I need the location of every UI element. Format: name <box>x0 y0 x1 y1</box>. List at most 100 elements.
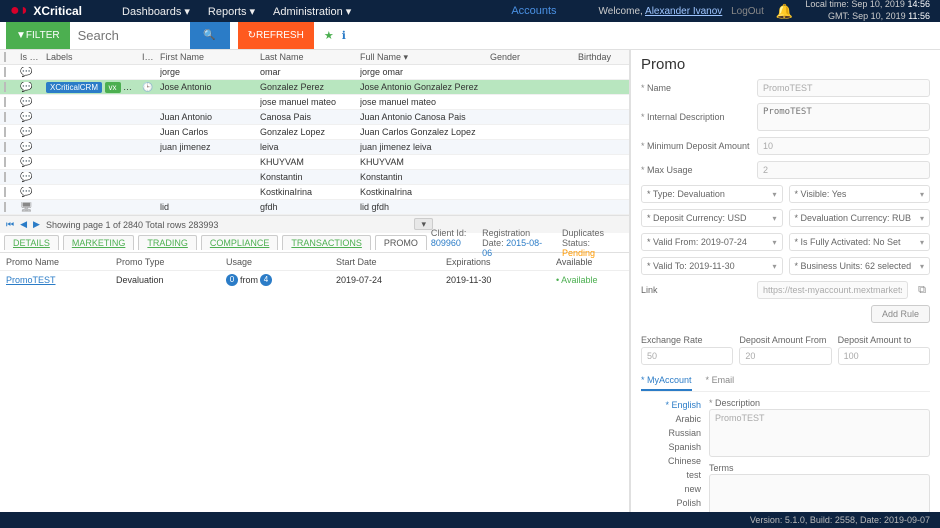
nav-administration[interactable]: Administration ▾ <box>273 5 351 18</box>
lang-item[interactable]: new <box>641 482 701 496</box>
exchange-rate-input[interactable] <box>641 347 733 365</box>
promo-row[interactable]: PromoTEST Devaluation 0 from 4 2019-07-2… <box>0 271 629 289</box>
dep-from-input[interactable] <box>739 347 831 365</box>
speech-icon[interactable]: 💬 <box>20 187 46 198</box>
subtab-email[interactable]: * Email <box>706 371 735 391</box>
pcol-avail[interactable]: Available <box>556 257 630 267</box>
max-input[interactable] <box>757 161 930 179</box>
col-online[interactable]: Is Online <box>20 52 46 62</box>
checkbox[interactable] <box>4 202 6 212</box>
pcol-exp[interactable]: Expirations <box>446 257 556 267</box>
pcol-type[interactable]: Promo Type <box>116 257 226 267</box>
tab-trading[interactable]: TRADING <box>138 235 197 250</box>
table-row[interactable]: 💬Juan AntonioCanosa PaisJuan Antonio Can… <box>0 110 629 125</box>
dep-to-input[interactable] <box>838 347 930 365</box>
pcol-usage[interactable]: Usage <box>226 257 336 267</box>
terms-box[interactable] <box>709 474 930 512</box>
promo-name-link[interactable]: PromoTEST <box>6 275 116 285</box>
pager-prev-icon[interactable]: ◀ <box>20 219 27 230</box>
type-select[interactable]: * Type: Devaluation▾ <box>641 185 783 203</box>
speech-icon[interactable]: 💬 <box>20 142 46 153</box>
valid-from-select[interactable]: * Valid From: 2019-07-24▾ <box>641 233 783 251</box>
user-link[interactable]: Alexander Ivanov <box>645 6 722 17</box>
logout-link[interactable]: LogOut <box>731 6 764 17</box>
bell-icon[interactable]: 🔔 <box>776 3 793 20</box>
star-icon[interactable]: ★ <box>324 29 334 42</box>
checkbox[interactable] <box>4 52 6 62</box>
table-row[interactable]: 💬Juan CarlosGonzalez LopezJuan Carlos Go… <box>0 125 629 140</box>
table-row[interactable]: 💬KHUYVAMKHUYVAM <box>0 155 629 170</box>
deposit-currency-select[interactable]: * Deposit Currency: USD▾ <box>641 209 783 227</box>
lang-item[interactable]: Arabic <box>641 412 701 426</box>
checkbox[interactable] <box>4 127 6 137</box>
description2-box[interactable]: PromoTEST <box>709 409 930 457</box>
filter-button[interactable]: ▼ FILTER <box>6 22 70 49</box>
table-row[interactable]: 💬XCriticalCRM vx Potential🕒Jose AntonioG… <box>0 80 629 95</box>
pcol-name[interactable]: Promo Name <box>6 257 116 267</box>
lang-item[interactable]: Russian <box>641 426 701 440</box>
table-row[interactable]: 🖥lidgfdhlid gfdh <box>0 200 629 215</box>
checkbox[interactable] <box>4 157 6 167</box>
table-row[interactable]: 💬juan jimenezleivajuan jimenez leiva <box>0 140 629 155</box>
info-icon[interactable]: ℹ <box>342 29 346 42</box>
lang-item[interactable]: test <box>641 468 701 482</box>
tab-details[interactable]: DETAILS <box>4 235 59 250</box>
link-input[interactable] <box>757 281 908 299</box>
activated-select[interactable]: * Is Fully Activated: No Set▾ <box>789 233 931 251</box>
business-units-select[interactable]: * Business Units: 62 selected▾ <box>789 257 931 275</box>
devaluation-currency-select[interactable]: * Devaluation Currency: RUB▾ <box>789 209 931 227</box>
speech-icon[interactable]: 💬 <box>20 157 46 168</box>
lang-item[interactable]: Polish <box>641 496 701 510</box>
pcol-start[interactable]: Start Date <box>336 257 446 267</box>
table-row[interactable]: 💬KostkinaIrinaKostkinaIrina <box>0 185 629 200</box>
lang-item[interactable]: Chinese <box>641 454 701 468</box>
checkbox[interactable] <box>4 97 6 107</box>
col-full[interactable]: Full Name ▾ <box>360 52 490 63</box>
accounts-link[interactable]: Accounts <box>511 5 556 17</box>
search-input[interactable] <box>70 22 190 49</box>
row-labels: XCriticalCRM vx Potential <box>46 82 142 93</box>
col-gender[interactable]: Gender <box>490 52 578 62</box>
speech-icon[interactable]: 💬 <box>20 127 46 138</box>
add-rule-button[interactable]: Add Rule <box>871 305 930 323</box>
checkbox[interactable] <box>4 142 6 152</box>
refresh-button[interactable]: ↻ REFRESH <box>238 22 314 49</box>
pager-next-icon[interactable]: ▶ <box>33 219 40 230</box>
checkbox[interactable] <box>4 172 6 182</box>
min-input[interactable] <box>757 137 930 155</box>
tab-compliance[interactable]: COMPLIANCE <box>201 235 279 250</box>
col-day[interactable]: Is Day <box>142 52 160 62</box>
speech-icon[interactable]: 💬 <box>20 172 46 183</box>
pager-first-icon[interactable]: ⏮ <box>6 219 14 230</box>
monitor-icon[interactable]: 🖥 <box>20 202 46 213</box>
name-input[interactable] <box>757 79 930 97</box>
speech-icon[interactable]: 💬 <box>20 67 46 78</box>
copy-icon[interactable]: ⧉ <box>914 284 930 297</box>
checkbox[interactable] <box>4 187 6 197</box>
speech-icon[interactable]: 💬 <box>20 82 46 93</box>
table-row[interactable]: 💬jose manuel mateojose manuel mateo <box>0 95 629 110</box>
tab-transactions[interactable]: TRANSACTIONS <box>282 235 371 250</box>
search-button[interactable]: 🔍 <box>190 22 230 49</box>
table-row[interactable]: 💬jorgeomarjorge omar <box>0 65 629 80</box>
lang-item[interactable]: Spanish <box>641 440 701 454</box>
col-first[interactable]: First Name <box>160 52 260 62</box>
checkbox[interactable] <box>4 67 6 77</box>
speech-icon[interactable]: 💬 <box>20 112 46 123</box>
col-labels[interactable]: Labels <box>46 52 142 62</box>
tab-promo[interactable]: PROMO <box>375 235 427 250</box>
checkbox[interactable] <box>4 112 6 122</box>
desc-textarea[interactable] <box>757 103 930 131</box>
tab-marketing[interactable]: MARKETING <box>63 235 135 250</box>
col-last[interactable]: Last Name <box>260 52 360 62</box>
lang-item[interactable]: * English <box>641 398 701 412</box>
speech-icon[interactable]: 💬 <box>20 97 46 108</box>
table-row[interactable]: 💬KonstantinKonstantin <box>0 170 629 185</box>
valid-to-select[interactable]: * Valid To: 2019-11-30▾ <box>641 257 783 275</box>
subtab-myaccount[interactable]: * MyAccount <box>641 371 692 391</box>
checkbox[interactable] <box>4 82 6 92</box>
visible-select[interactable]: * Visible: Yes▾ <box>789 185 931 203</box>
col-birthday[interactable]: Birthday <box>578 52 630 62</box>
nav-reports[interactable]: Reports ▾ <box>208 5 255 18</box>
nav-dashboards[interactable]: Dashboards ▾ <box>122 5 190 18</box>
